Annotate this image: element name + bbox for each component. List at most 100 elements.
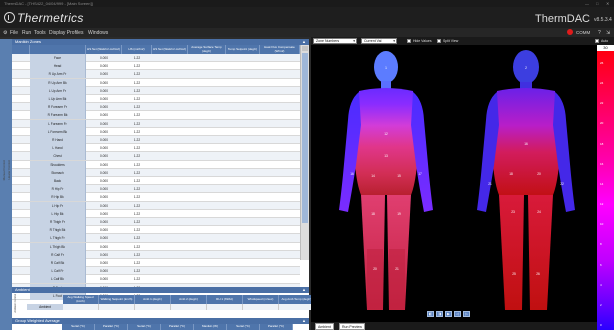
back-manikin[interactable] xyxy=(477,50,575,310)
ambient-title: Ambient xyxy=(15,287,30,292)
zone-cell xyxy=(226,193,260,201)
menu-windows[interactable]: Windows xyxy=(88,30,108,36)
zone-area-value: 1.22 xyxy=(133,97,141,101)
tab-ambient[interactable]: Ambient xyxy=(315,323,334,330)
minimize-icon[interactable]: — xyxy=(585,0,589,7)
left-gutter xyxy=(0,39,12,330)
zone-area-value: 1.22 xyxy=(133,187,141,192)
zone-cell xyxy=(152,128,188,136)
table-row: L Calf Fr 0.000 1.22 xyxy=(12,267,300,276)
auto-scale-checkbox[interactable] xyxy=(595,39,599,43)
menu-display-profiles[interactable]: Display Profiles xyxy=(49,30,83,36)
zone-cell xyxy=(226,210,260,218)
zone-cell xyxy=(260,267,300,275)
zone-cell xyxy=(152,152,188,160)
ambient-col-header: Avg Amb Temp (degC) xyxy=(279,295,315,304)
hide-values-checkbox[interactable] xyxy=(407,39,411,43)
manikin-header-row: HS Set (Watt/m²-m2/m2) HS (m2/m2) HS Set… xyxy=(12,45,300,54)
zone-set-value[interactable]: 0.000 xyxy=(86,210,122,218)
zone-set-value[interactable]: 0.000 xyxy=(86,79,122,87)
zone-set-value[interactable]: 0.000 xyxy=(86,111,122,119)
pin-icon[interactable]: ⇲ xyxy=(606,30,610,36)
front-zone-label: 20 xyxy=(373,267,377,271)
tab-run-preview[interactable]: Run Preview xyxy=(339,323,365,330)
zone-set-value[interactable]: 0.000 xyxy=(86,275,122,283)
zone-name: L Forearm Bk xyxy=(30,127,86,136)
zone-set-value[interactable]: 0.000 xyxy=(86,70,122,78)
zone-set-value[interactable]: 0.000 xyxy=(86,87,122,95)
help-icon[interactable]: ? xyxy=(598,30,601,36)
menu-run[interactable]: Run xyxy=(22,30,31,36)
split-view-checkbox[interactable] xyxy=(437,39,441,43)
table-row: L Hand 0.000 1.22 xyxy=(12,144,300,153)
zone-set-value[interactable]: 0.000 xyxy=(86,259,122,267)
zone-set-value[interactable]: 0.000 xyxy=(86,54,122,62)
scroll-up-arrow[interactable] xyxy=(302,46,308,51)
menu-file[interactable]: File xyxy=(10,30,18,36)
scroll-thumb[interactable] xyxy=(302,53,308,223)
zone-cell xyxy=(260,79,300,87)
zone-area-value: 1.22 xyxy=(133,162,141,167)
table-row: R Up Arm Fr 0.000 1.22 xyxy=(12,70,300,79)
legend-tick: 22 xyxy=(600,101,604,106)
zone-set-value[interactable]: 0.000 xyxy=(86,243,122,251)
display-mode-select[interactable]: Zone Numbers xyxy=(313,38,357,44)
front-zone-label: 19 xyxy=(397,212,401,216)
view-control-button[interactable]: ▷ xyxy=(463,311,470,317)
zone-set-value[interactable]: 0.000 xyxy=(86,152,122,160)
view-control-button[interactable]: ▶ xyxy=(445,311,452,317)
zone-cell xyxy=(260,95,300,103)
view-control-button[interactable]: ◧ xyxy=(427,311,434,317)
zone-set-value[interactable]: 0.000 xyxy=(86,62,122,70)
zone-set-value[interactable]: 0.000 xyxy=(86,202,122,210)
zone-name: R Calf Fr xyxy=(30,250,86,259)
zone-cell xyxy=(188,218,226,226)
zone-set-value[interactable]: 0.000 xyxy=(86,177,122,185)
zone-name: L Thigh Bk xyxy=(30,242,86,251)
zone-cell xyxy=(188,161,226,169)
back-zone-label: 23 xyxy=(511,210,515,214)
zone-name: R Thigh Fr xyxy=(30,218,86,226)
table-row: Head 0.000 1.22 xyxy=(12,62,300,71)
zone-set-value[interactable]: 0.000 xyxy=(86,226,122,234)
zone-area-value: 1.22 xyxy=(133,146,141,151)
zone-set-value[interactable]: 0.000 xyxy=(86,161,122,169)
zone-set-value[interactable]: 0.000 xyxy=(86,251,122,259)
menu-tools[interactable]: Tools xyxy=(34,30,46,36)
zone-set-value[interactable]: 0.000 xyxy=(86,120,122,128)
zone-set-value[interactable]: 0.000 xyxy=(86,95,122,103)
close-icon[interactable]: ✕ xyxy=(606,0,609,7)
zone-cell xyxy=(260,202,300,210)
zone-set-value[interactable]: 0.000 xyxy=(86,128,122,136)
zone-cell xyxy=(260,234,300,242)
zone-set-value[interactable]: 0.000 xyxy=(86,218,122,226)
value-mode-select[interactable]: Current Val xyxy=(361,38,397,44)
view-control-button[interactable]: ◁ xyxy=(454,311,461,317)
zone-cell xyxy=(152,120,188,128)
maximize-icon[interactable]: □ xyxy=(596,0,598,7)
gwa-col-header: Serial (°C) xyxy=(227,324,260,330)
legend-tick: 16 xyxy=(600,161,604,166)
zone-cell xyxy=(188,70,226,78)
front-manikin[interactable] xyxy=(339,51,433,310)
zone-cell xyxy=(188,226,226,234)
zone-area-value: 1.22 xyxy=(133,88,141,93)
zone-set-value[interactable]: 0.000 xyxy=(86,193,122,201)
zone-cell xyxy=(152,111,188,119)
zone-set-value[interactable]: 0.000 xyxy=(86,136,122,144)
zone-set-value[interactable]: 0.000 xyxy=(86,267,122,275)
zone-set-value[interactable]: 0.000 xyxy=(86,234,122,242)
zone-area-value: 1.22 xyxy=(133,236,141,241)
view-control-button[interactable]: ◨ xyxy=(436,311,443,317)
zone-set-value[interactable]: 0.000 xyxy=(86,144,122,152)
zone-cell xyxy=(226,251,260,259)
collapse-icon[interactable]: ▲ xyxy=(302,287,306,293)
zone-cell xyxy=(188,259,226,267)
zone-set-value[interactable]: 0.000 xyxy=(86,185,122,193)
zone-set-value[interactable]: 0.000 xyxy=(86,169,122,177)
zone-set-value[interactable]: 0.000 xyxy=(86,103,122,111)
zone-table-scrollbar[interactable] xyxy=(300,45,309,260)
ambient-table: Avg Walking Speed (km/h) Walking Setpoint… xyxy=(27,295,315,310)
zone-area-value: 1.22 xyxy=(133,195,141,200)
collapse-icon[interactable]: ▲ xyxy=(302,318,306,324)
